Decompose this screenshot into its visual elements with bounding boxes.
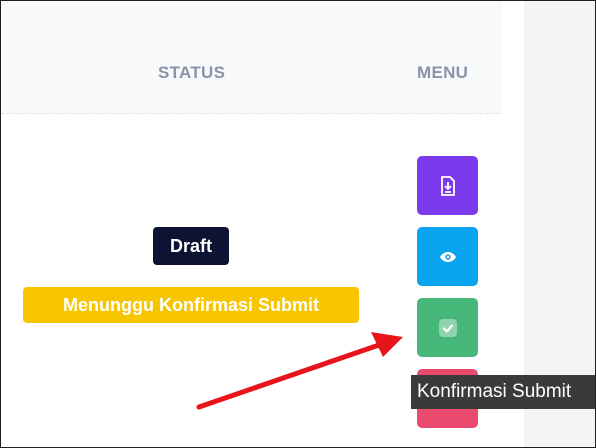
red-arrow-annotation	[196, 332, 403, 410]
screenshot-frame: STATUS MENU Draft Menunggu Konfirmasi Su…	[0, 0, 596, 448]
